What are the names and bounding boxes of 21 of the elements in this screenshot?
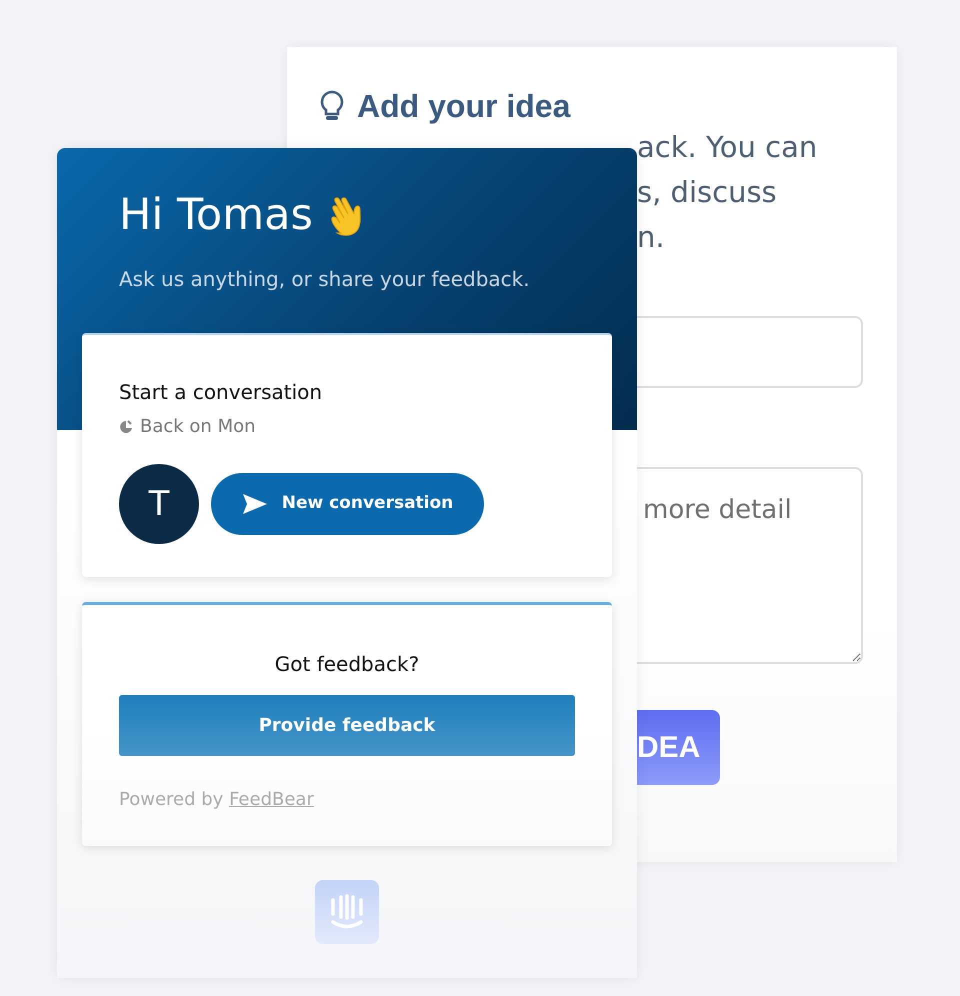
form-title: Add your idea — [357, 87, 570, 126]
submit-button[interactable]: DEA — [637, 710, 720, 786]
avatar: T — [119, 464, 199, 544]
send-icon — [242, 493, 268, 515]
card-title: Got feedback? — [274, 651, 420, 678]
provide-feedback-button[interactable]: Provide feedback — [119, 695, 575, 756]
description-text: s, discuss — [637, 174, 777, 212]
powered-by-text: Powered by — [119, 789, 224, 810]
details-field[interactable]: more detail — [637, 467, 863, 664]
description-text: n. — [637, 219, 665, 256]
new-conversation-button[interactable]: New conversation — [211, 473, 484, 535]
clock-icon — [119, 420, 132, 434]
description-text: ack. You can — [637, 129, 818, 166]
card-title: Start a conversation — [119, 379, 324, 406]
feedbear-link[interactable]: FeedBear — [229, 789, 314, 810]
availability-text: Back on Mon — [140, 415, 256, 439]
subtitle: Ask us anything, or share your feedback. — [119, 266, 531, 293]
greeting: Hi Tomas — [119, 190, 313, 242]
input-field[interactable] — [637, 316, 863, 388]
lightbulb-icon — [319, 90, 345, 122]
chat-launcher-icon[interactable] — [315, 880, 379, 944]
